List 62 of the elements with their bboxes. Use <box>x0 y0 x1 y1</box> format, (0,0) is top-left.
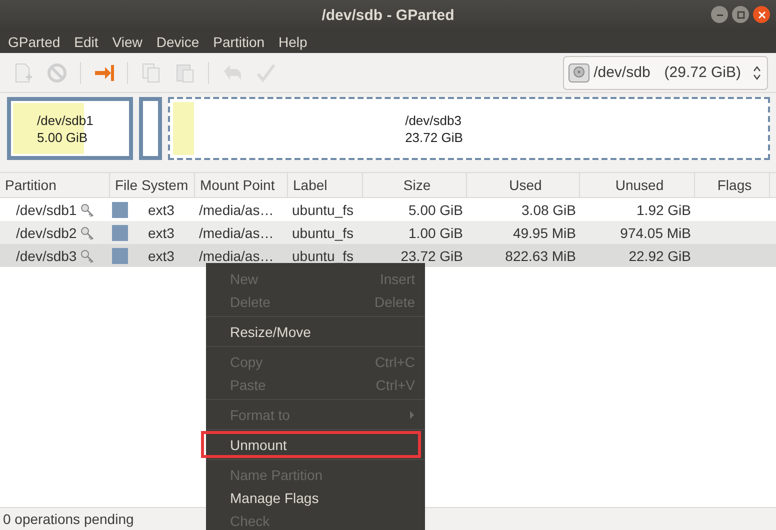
table-cell-text: 1.92 GiB <box>636 202 692 218</box>
table-cell-text: 822.63 MiB <box>504 248 577 264</box>
table-cell-text: ubuntu_fs <box>291 202 354 218</box>
table-cell-text: 974.05 MiB <box>619 224 692 240</box>
table-cell-text: 1.00 GiB <box>408 224 464 240</box>
maximize-icon <box>736 10 744 18</box>
column-header[interactable]: Partition <box>0 173 110 197</box>
table-cell-text: 49.95 MiB <box>512 224 577 240</box>
menu-item[interactable]: Partition <box>206 34 272 50</box>
partition-name: /dev/sdb3 <box>405 112 462 128</box>
table-cell-text: /media/as… <box>198 248 275 264</box>
column-header[interactable]: Label <box>288 173 363 197</box>
menu-item[interactable]: View <box>105 34 150 50</box>
table-cell: ext3 <box>148 202 174 218</box>
table-cell-text: /media/as… <box>198 202 275 218</box>
device-size: (29.72 GiB) <box>664 64 741 81</box>
hard-drive-icon <box>568 62 590 84</box>
device-selector[interactable]: /dev/sdb (29.72 GiB) <box>562 56 768 90</box>
menu-item[interactable]: Manage Flags <box>206 486 425 509</box>
close-button[interactable] <box>753 6 770 23</box>
partition-name: /dev/sdb1 <box>37 112 94 128</box>
partition-block[interactable]: /dev/sdb3 23.72 GiB <box>168 97 770 160</box>
menu-item[interactable]: Help <box>272 34 314 50</box>
partition-size: 23.72 GiB <box>405 128 463 146</box>
table-cell: ext3 <box>148 224 174 240</box>
menu-item[interactable]: Resize/Move <box>206 320 425 343</box>
table-cell-text: 22.92 GiB <box>628 248 692 264</box>
table-cell-text: ubuntu_fs <box>291 248 354 264</box>
menu-item[interactable]: Edit <box>67 34 106 50</box>
key-icon <box>80 226 94 240</box>
table-cell-text: 5.00 GiB <box>408 202 464 218</box>
column-header[interactable]: Used <box>467 173 580 197</box>
partition-size: 5.00 GiB <box>37 128 89 146</box>
table-cell-text: 23.72 GiB <box>400 248 464 264</box>
table-cell: /dev/sdb3 <box>16 248 77 264</box>
partition-block[interactable]: /dev/sdb1 5.00 GiB <box>7 97 133 160</box>
menu-item[interactable]: GParted <box>1 34 68 50</box>
partition-block[interactable] <box>139 97 162 160</box>
key-icon <box>80 248 94 262</box>
table-cell: ext3 <box>148 248 174 264</box>
spinner-arrows-icon <box>753 66 761 80</box>
column-header[interactable]: Size <box>363 173 467 197</box>
table-cell-text: 3.08 GiB <box>520 202 577 218</box>
column-header[interactable]: Unused <box>580 173 695 197</box>
column-header[interactable]: Flags <box>695 173 770 197</box>
table-cell-text: ubuntu_fs <box>291 224 354 240</box>
table-cell: /dev/sdb2 <box>16 224 77 240</box>
close-icon <box>758 10 766 18</box>
minimize-button[interactable] <box>711 6 728 23</box>
table-cell-text: /media/as… <box>198 224 275 240</box>
table-row[interactable]: /dev/sdb2 ext3 /media/as… ubuntu_fs 1.00 GiB 49.95 MiB 974.05 MiB <box>0 221 776 244</box>
submenu-arrow-icon <box>409 410 415 418</box>
table-row[interactable]: /dev/sdb3 ext3 /media/as… ubuntu_fs 23.72 GiB 822.63 MiB 22.92 GiB <box>0 244 776 267</box>
maximize-button[interactable] <box>732 6 749 23</box>
column-header[interactable]: File System <box>110 173 195 197</box>
menu-item[interactable]: Unmount <box>203 433 419 456</box>
device-name: /dev/sdb <box>594 64 650 81</box>
table-cell: /dev/sdb1 <box>16 202 77 218</box>
column-header[interactable]: Mount Point <box>195 173 288 197</box>
key-icon <box>80 202 94 216</box>
menu-item[interactable]: Device <box>149 34 206 50</box>
window-title: /dev/sdb - GParted <box>322 6 454 24</box>
